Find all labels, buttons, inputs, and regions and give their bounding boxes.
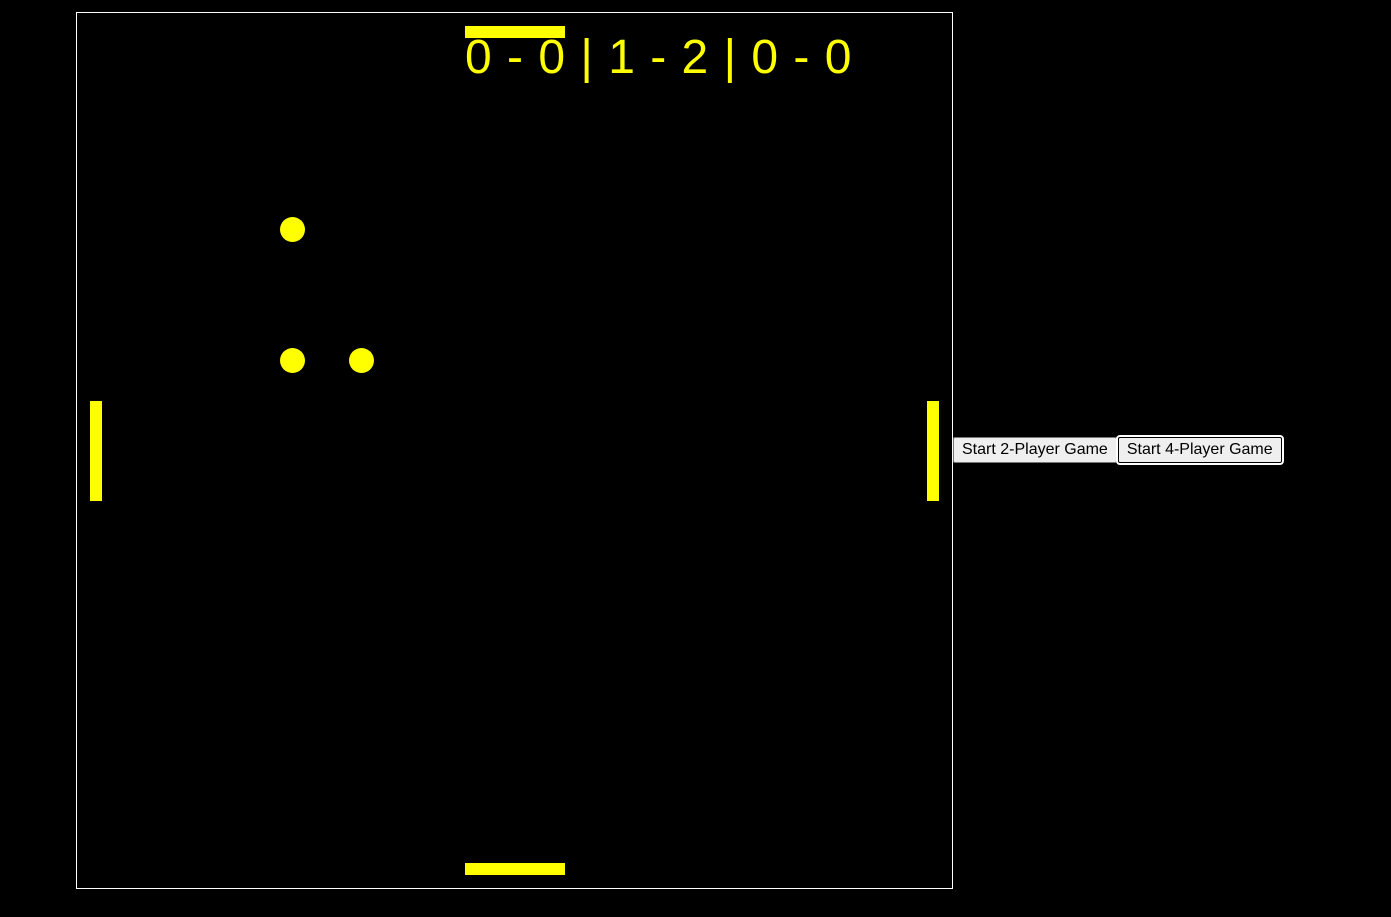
ball [349, 348, 374, 373]
right-paddle [927, 401, 939, 501]
bottom-paddle [465, 863, 565, 875]
ball [280, 217, 305, 242]
ball [280, 348, 305, 373]
game-controls: Start 2-Player Game Start 4-Player Game [953, 435, 1284, 465]
start-2-player-button[interactable]: Start 2-Player Game [953, 437, 1117, 463]
left-paddle [90, 401, 102, 501]
scoreboard: 0 - 0 | 1 - 2 | 0 - 0 [465, 31, 853, 84]
start-4-player-button[interactable]: Start 4-Player Game [1115, 435, 1284, 465]
game-canvas[interactable]: 0 - 0 | 1 - 2 | 0 - 0 [76, 12, 953, 889]
